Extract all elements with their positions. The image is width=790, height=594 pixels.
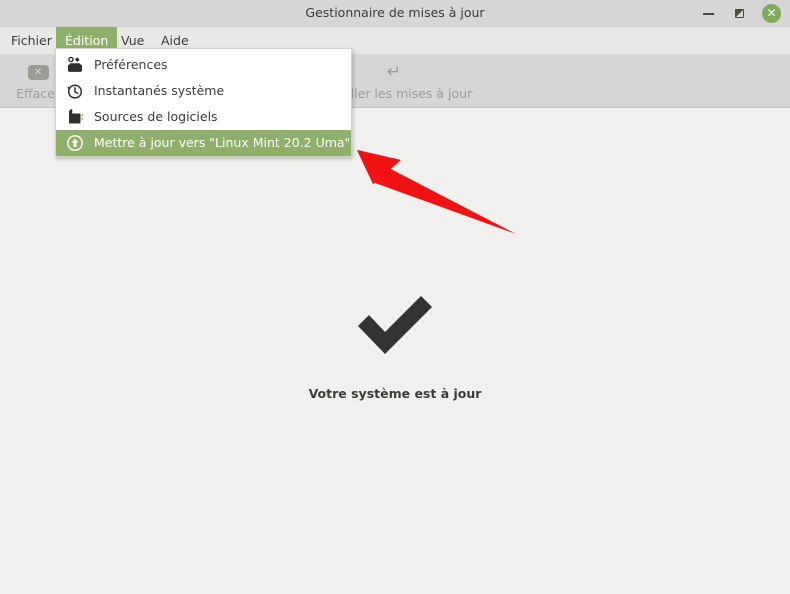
menu-item-software-sources[interactable]: Sources de logiciels [56, 104, 351, 130]
edition-dropdown-menu: Préférences Instantanés système Sources … [55, 48, 352, 157]
menu-item-system-snapshots[interactable]: Instantanés système [56, 78, 351, 104]
content-area: Votre système est à jour [0, 109, 790, 594]
up-to-date-status: Votre système est à jour [0, 294, 790, 401]
menu-item-label: Préférences [94, 57, 168, 72]
maximize-button[interactable] [730, 4, 749, 23]
menu-item-label: Mettre à jour vers "Linux Mint 20.2 Uma" [94, 135, 351, 150]
menu-item-label: Instantanés système [94, 83, 225, 98]
preferences-tools-icon [66, 56, 84, 74]
checkmark-icon [358, 296, 432, 354]
close-button[interactable]: ✕ [762, 4, 781, 23]
status-message: Votre système est à jour [308, 386, 482, 401]
software-sources-icon [66, 108, 84, 126]
menu-item-label: Sources de logiciels [94, 109, 218, 124]
menubar-item-fichier[interactable]: Fichier [2, 27, 61, 54]
minimize-button[interactable] [699, 4, 718, 23]
close-icon: ✕ [766, 6, 777, 20]
titlebar: Gestionnaire de mises à jour ✕ [0, 0, 790, 27]
update-manager-window: Gestionnaire de mises à jour ✕ Fichier É… [0, 0, 790, 594]
upgrade-arrow-up-circle-icon [66, 134, 84, 152]
window-title: Gestionnaire de mises à jour [305, 5, 485, 20]
history-clock-icon [66, 82, 84, 100]
menu-item-preferences[interactable]: Préférences [56, 52, 351, 78]
menu-item-upgrade-to-linux-mint[interactable]: Mettre à jour vers "Linux Mint 20.2 Uma" [56, 130, 351, 156]
minimize-icon [703, 13, 714, 15]
